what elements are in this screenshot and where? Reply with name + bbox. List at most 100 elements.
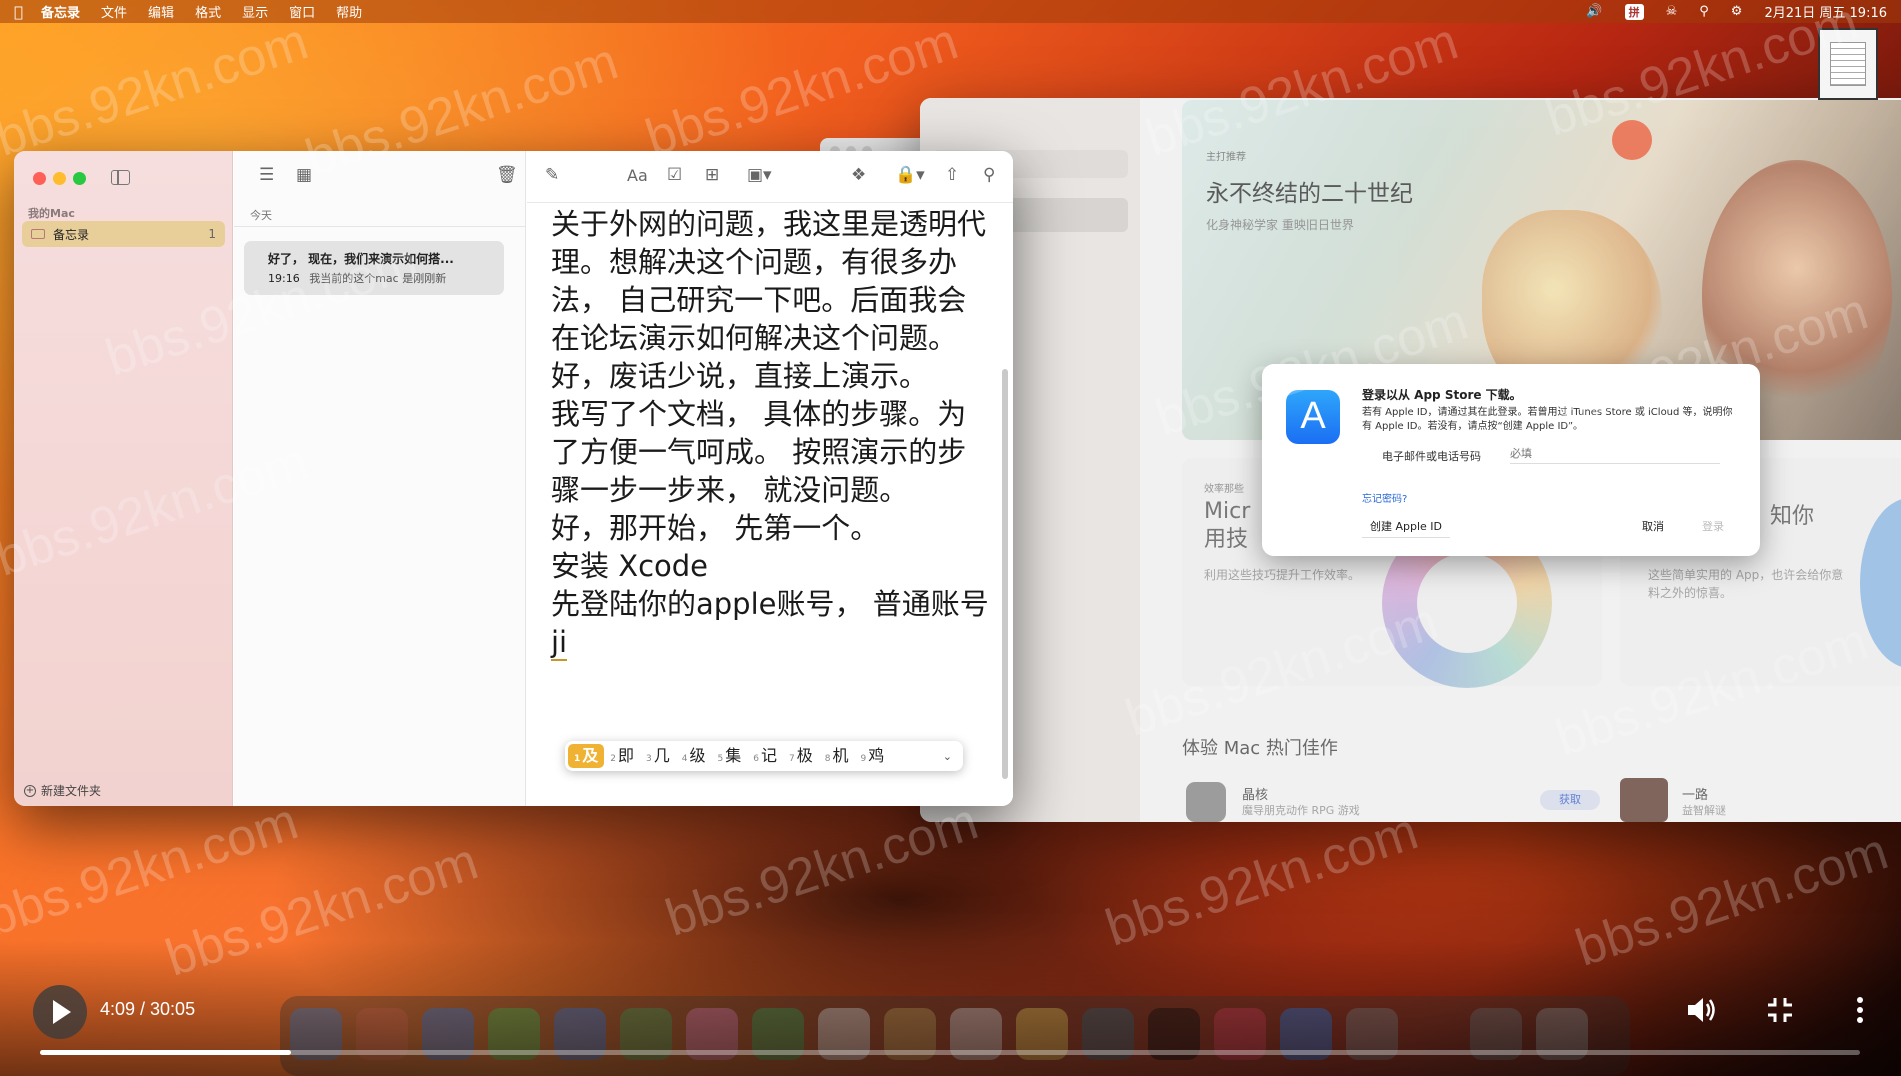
candidate-char: 鸡	[868, 746, 885, 765]
sidebar-section-header: 我的Mac	[28, 207, 75, 220]
menu-window[interactable]: 窗口	[289, 2, 315, 21]
play-icon	[53, 1000, 71, 1024]
watermark-text: bbs.92kn.com	[0, 792, 305, 948]
composing-text: ji	[551, 625, 568, 661]
sidebar-toggle-icon[interactable]	[111, 170, 130, 185]
new-folder-label: 新建文件夹	[41, 784, 102, 798]
compose-icon[interactable]: ✎	[545, 165, 559, 185]
note-body[interactable]: 关于外网的问题，我这里是透明代理。想解决这个问题，有很多办法， 自己研究一下吧。…	[551, 205, 991, 661]
control-center-icon[interactable]: ⚙	[1731, 4, 1743, 19]
share-icon[interactable]: ⇧	[945, 165, 959, 185]
minimize-button[interactable]	[53, 172, 66, 185]
candidate-item[interactable]: 9鸡	[855, 744, 891, 768]
gallery-view-icon[interactable]: ▦	[296, 165, 312, 185]
note-meta: 19:16 我当前的这个mac 是刚刚新	[268, 270, 504, 286]
close-button[interactable]	[33, 172, 46, 185]
candidate-item[interactable]: 6记	[747, 744, 783, 768]
apple-menu-icon[interactable]: 	[14, 3, 23, 21]
login-button[interactable]: 登录	[1694, 516, 1732, 538]
vpn-status-icon[interactable]: ☠	[1666, 4, 1678, 19]
plus-circle-icon: +	[24, 784, 36, 797]
email-field[interactable]	[1510, 444, 1720, 464]
note-time: 19:16	[268, 272, 300, 285]
new-folder-button[interactable]: + 新建文件夹	[24, 782, 101, 799]
video-progress-bar[interactable]	[40, 1050, 1860, 1055]
volume-status-icon[interactable]: 🔊	[1586, 4, 1602, 19]
menu-view[interactable]: 显示	[242, 2, 268, 21]
checklist-icon[interactable]: ☑	[667, 165, 682, 185]
candidate-char: 机	[832, 746, 849, 765]
candidate-number: 5	[717, 754, 724, 764]
candidate-item[interactable]: 5集	[712, 744, 748, 768]
menu-file[interactable]: 文件	[101, 2, 127, 21]
candidate-char: 极	[796, 746, 813, 765]
sidebar-item-notes-folder[interactable]: 备忘录 1	[22, 221, 225, 247]
volume-icon[interactable]	[1680, 990, 1720, 1030]
candidate-item[interactable]: 7极	[783, 744, 819, 768]
format-text-icon[interactable]: Aa	[627, 166, 648, 185]
forgot-password-link[interactable]: 忘记密码?	[1362, 490, 1407, 505]
list-date-header: 今天	[250, 209, 272, 222]
ime-candidate-bar: 1及 2即 3几 4级 5集 6记 7极 8机 9鸡 ⌄	[565, 741, 963, 771]
table-icon[interactable]: ⊞	[705, 165, 719, 185]
more-options-icon[interactable]	[1840, 990, 1880, 1030]
menu-edit[interactable]: 编辑	[148, 2, 174, 21]
candidate-number: 1	[574, 754, 581, 764]
chevron-down-icon[interactable]: ⌄	[943, 750, 952, 763]
note-preview: 我当前的这个mac 是刚刚新	[309, 272, 447, 285]
list-view-icon[interactable]: ☰	[259, 165, 274, 185]
exit-fullscreen-icon[interactable]	[1760, 990, 1800, 1030]
document-icon	[1830, 42, 1866, 86]
menu-clock[interactable]: 2月21日 周五 19:16	[1764, 2, 1887, 21]
candidate-char: 及	[582, 746, 599, 765]
trash-icon[interactable]: 🗑	[496, 165, 518, 185]
spotlight-search-icon[interactable]: ⚲	[1699, 4, 1709, 19]
candidate-item[interactable]: 1及	[568, 744, 605, 768]
note-paragraph: 先登陆你的apple账号， 普通账号 ji	[551, 585, 991, 661]
dialog-description: 若有 Apple ID，请通过其在此登录。若曾用过 iTunes Store 或…	[1362, 407, 1733, 432]
collaborate-icon[interactable]: ❖	[851, 165, 866, 185]
editor-scrollbar[interactable]	[1002, 369, 1008, 779]
lock-icon[interactable]: 🔒▾	[895, 165, 925, 185]
candidate-char: 记	[761, 746, 778, 765]
candidate-item[interactable]: 4级	[676, 744, 712, 768]
video-time: 4:09 / 30:05	[100, 999, 196, 1019]
candidate-number: 6	[753, 754, 760, 764]
search-icon[interactable]: ⚲	[983, 165, 995, 185]
candidate-char: 几	[653, 746, 670, 765]
input-method-indicator[interactable]: 拼	[1624, 3, 1644, 20]
play-button[interactable]	[33, 985, 87, 1039]
cancel-button[interactable]: 取消	[1634, 516, 1672, 538]
email-label: 电子邮件或电话号码	[1382, 450, 1481, 463]
menu-app-name[interactable]: 备忘录	[41, 2, 80, 21]
candidate-item[interactable]: 2即	[604, 744, 640, 768]
media-icon[interactable]: ▣▾	[747, 165, 772, 185]
list-toolbar: ☰ ▦ 🗑	[234, 151, 525, 203]
candidate-number: 8	[824, 754, 831, 764]
menu-format[interactable]: 格式	[195, 2, 221, 21]
notes-sidebar: 我的Mac 备忘录 1 + 新建文件夹	[14, 151, 233, 806]
app-store-icon: A	[1286, 390, 1340, 444]
menu-help[interactable]: 帮助	[336, 2, 362, 21]
create-apple-id-button[interactable]: 创建 Apple ID	[1362, 516, 1451, 538]
candidate-item[interactable]: 8机	[819, 744, 855, 768]
candidate-number: 7	[789, 754, 795, 764]
divider	[234, 226, 525, 227]
list-item[interactable]: 好了， 现在，我们来演示如何搭... 19:16 我当前的这个mac 是刚刚新	[244, 241, 504, 295]
zoom-button[interactable]	[73, 172, 86, 185]
candidate-item[interactable]: 3几	[640, 744, 676, 768]
notes-list: ☰ ▦ 🗑 今天 好了， 现在，我们来演示如何搭... 19:16 我当前的这个…	[234, 151, 526, 806]
note-editor: ✎ Aa ☑ ⊞ ▣▾ ❖ 🔒▾ ⇧ ⚲ 关于外网的问题，我这里是透明代理。想解…	[527, 151, 1013, 806]
document-thumbnail[interactable]	[1818, 28, 1878, 100]
watermark-text: bbs.92kn.com	[1098, 802, 1425, 958]
candidate-char: 级	[689, 746, 706, 765]
candidate-number: 3	[646, 754, 652, 764]
note-paragraph: 关于外网的问题，我这里是透明代理。想解决这个问题，有很多办法， 自己研究一下吧。…	[551, 207, 987, 393]
note-paragraph: 安装 Xcode	[551, 549, 709, 583]
candidate-char: 集	[725, 746, 742, 765]
candidate-number: 4	[681, 754, 688, 764]
note-paragraph: 我写了个文档， 具体的步骤。为了方便一气呵成。 按照演示的步骤一步一步来， 就没…	[551, 397, 967, 507]
note-paragraph: 好，那开始， 先第一个。	[551, 511, 880, 545]
note-line-text: 先登陆你的apple账号， 普通账号	[551, 587, 989, 621]
folder-label: 备忘录	[53, 227, 90, 242]
